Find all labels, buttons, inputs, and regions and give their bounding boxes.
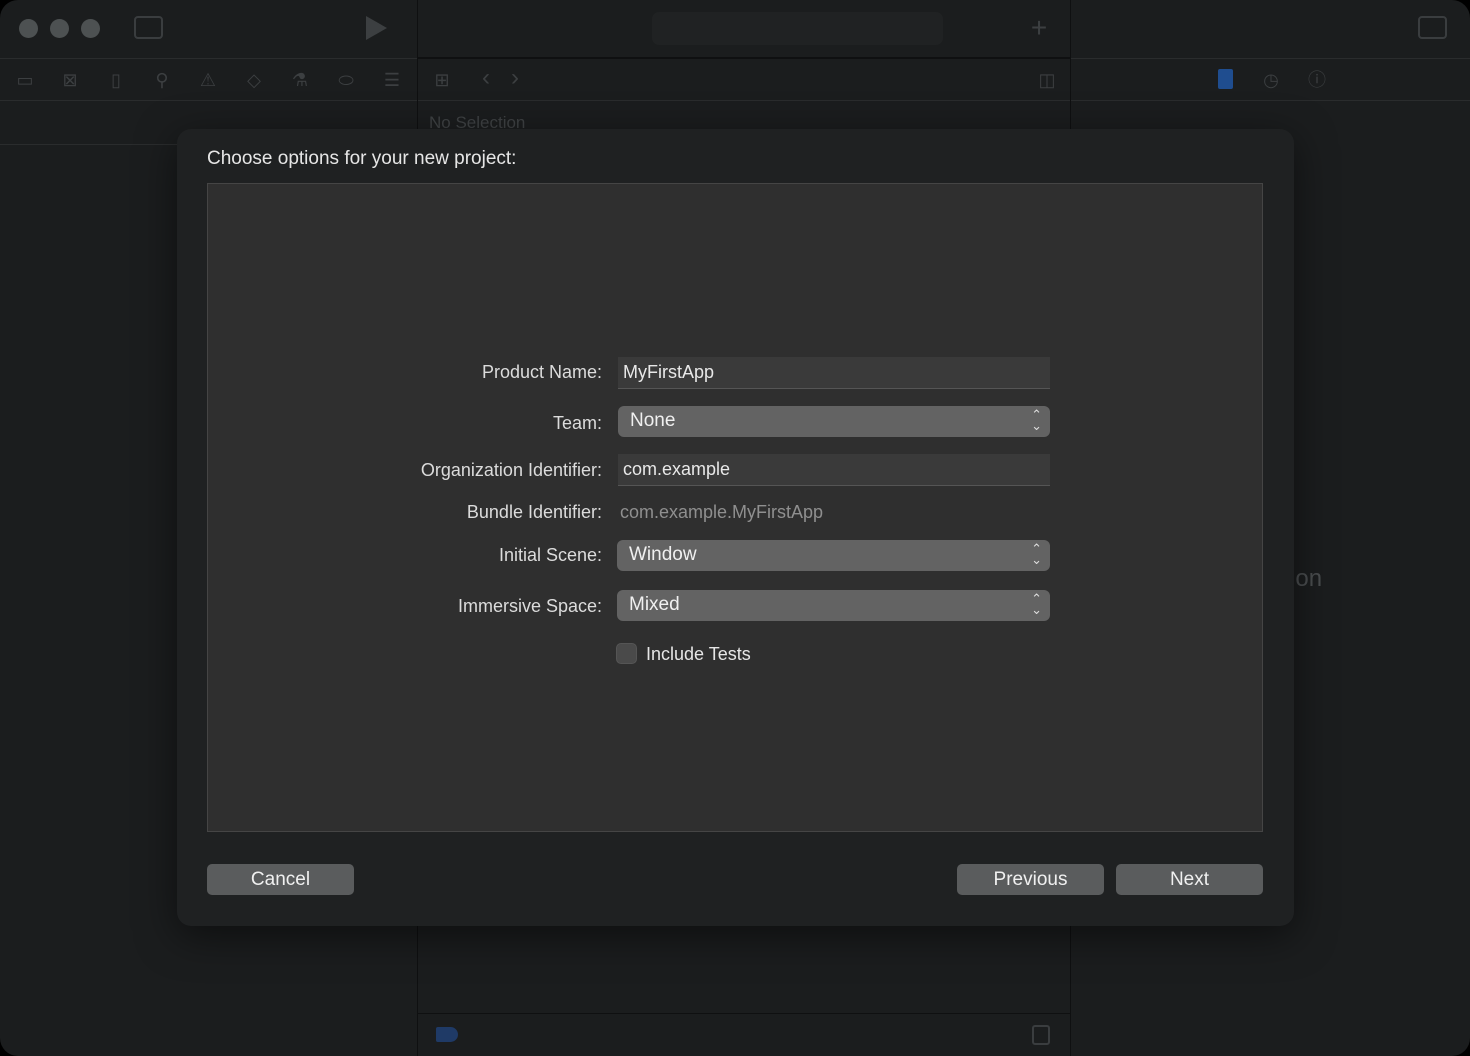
chevron-updown-icon: ⌃ ⌄: [1031, 541, 1042, 567]
activity-field: [652, 12, 943, 45]
bundle-id-label: Bundle Identifier:: [466, 502, 602, 522]
team-value: None: [630, 410, 676, 431]
next-button[interactable]: Next: [1116, 864, 1263, 895]
warning-icon[interactable]: ⚠: [196, 69, 220, 91]
breakpoint-icon[interactable]: ⬭: [334, 69, 358, 91]
team-popup[interactable]: None ⌃ ⌄: [618, 406, 1050, 437]
zoom-window-button[interactable]: [81, 19, 100, 38]
source-control-icon[interactable]: ⊠: [58, 69, 82, 91]
close-window-button[interactable]: [19, 19, 38, 38]
bookmark-icon[interactable]: ▯: [104, 69, 128, 91]
product-name-label: Product Name:: [481, 362, 602, 382]
report-icon[interactable]: ☰: [380, 69, 404, 91]
immersive-space-popup[interactable]: Mixed ⌃ ⌄: [617, 590, 1050, 621]
inspector-toggle-icon[interactable]: [1418, 16, 1447, 39]
test-icon[interactable]: ◇: [242, 69, 266, 91]
previous-button[interactable]: Previous: [957, 864, 1104, 895]
team-label: Team:: [552, 413, 602, 433]
chevron-updown-icon: ⌃ ⌄: [1031, 407, 1042, 433]
debug-area-toggle-icon[interactable]: [1032, 1025, 1050, 1045]
file-inspector-icon[interactable]: [1218, 69, 1233, 89]
product-name-field[interactable]: MyFirstApp: [618, 357, 1050, 389]
grid-icon[interactable]: ⊞: [430, 69, 454, 91]
minimize-window-button[interactable]: [50, 19, 69, 38]
immersive-space-label: Immersive Space:: [457, 596, 602, 616]
add-icon[interactable]: +: [1027, 14, 1051, 42]
org-id-field[interactable]: com.example: [618, 454, 1050, 486]
back-icon[interactable]: ‹: [474, 66, 498, 90]
help-icon[interactable]: ⓘ: [1305, 69, 1329, 91]
immersive-space-value: Mixed: [629, 594, 680, 615]
chevron-updown-icon: ⌃ ⌄: [1031, 591, 1042, 617]
filter-icon[interactable]: [436, 1027, 458, 1042]
initial-scene-value: Window: [629, 544, 697, 565]
bundle-id-value: com.example.MyFirstApp: [620, 502, 824, 522]
include-tests-checkbox[interactable]: [616, 643, 637, 664]
add-editor-icon[interactable]: ◫: [1035, 69, 1059, 91]
sidebar-toggle-icon[interactable]: [134, 16, 163, 39]
folder-icon[interactable]: ▭: [13, 69, 37, 91]
include-tests-label[interactable]: Include Tests: [646, 644, 751, 665]
cancel-button[interactable]: Cancel: [207, 864, 354, 895]
initial-scene-label: Initial Scene:: [498, 545, 602, 565]
org-id-label: Organization Identifier:: [420, 460, 602, 480]
initial-scene-popup[interactable]: Window ⌃ ⌄: [617, 540, 1050, 571]
search-icon[interactable]: ⚲: [150, 69, 174, 91]
history-icon[interactable]: ◷: [1259, 69, 1283, 91]
dialog-title: Choose options for your new project:: [207, 148, 517, 169]
new-project-dialog: Choose options for your new project: Pro…: [177, 129, 1294, 926]
debug-icon[interactable]: ⚗: [288, 69, 312, 91]
options-panel: Product Name: MyFirstApp Team: None ⌃ ⌄ Or…: [207, 183, 1263, 832]
forward-icon[interactable]: ›: [503, 66, 527, 90]
run-icon[interactable]: [366, 16, 387, 40]
